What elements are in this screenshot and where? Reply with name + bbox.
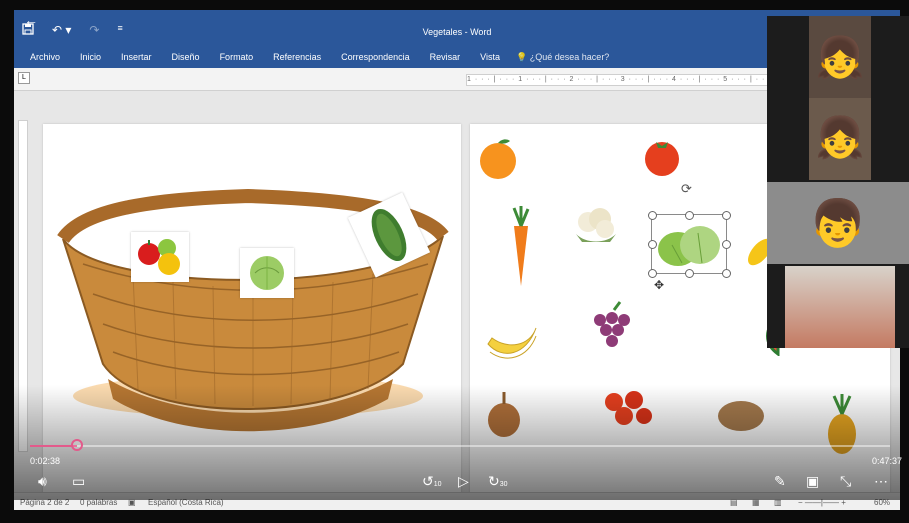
avatar: 👧 (815, 116, 865, 160)
selected-image-frame[interactable] (648, 211, 731, 278)
orange-image[interactable] (476, 136, 520, 180)
resize-handle-bl[interactable] (648, 269, 657, 278)
skip-back-label: 10 (433, 481, 442, 488)
resize-handle-tl[interactable] (648, 211, 657, 220)
total-duration: 0:47:37 (872, 456, 903, 466)
participant-tile-1[interactable]: 👧 (809, 16, 871, 98)
tab-insertar[interactable]: Insertar (111, 52, 162, 62)
progress-fill (30, 445, 78, 447)
tab-inicio[interactable]: Inicio (70, 52, 111, 62)
resize-handle-tr[interactable] (722, 211, 731, 220)
move-cursor-icon: ✥ (654, 278, 665, 292)
participant-tile-3[interactable]: 👦 (767, 182, 909, 264)
tab-correspondencia[interactable]: Correspondencia (331, 52, 420, 62)
resize-handle-mr[interactable] (722, 240, 731, 249)
lettuce-image[interactable] (652, 215, 726, 273)
player-overlay (14, 385, 900, 500)
banana-image[interactable] (484, 316, 540, 364)
pen-icon[interactable]: ✎ (774, 472, 786, 490)
avatar: 👦 (809, 197, 867, 249)
skip-back-button[interactable]: ↺10 (422, 472, 442, 494)
tab-revisar[interactable]: Revisar (420, 52, 471, 62)
cabbage-card[interactable] (240, 248, 294, 298)
captions-icon[interactable]: ▭ (72, 472, 85, 490)
participant-tile-2[interactable]: 👧 (809, 98, 871, 180)
participant-tile-4[interactable] (785, 266, 895, 348)
tab-diseno[interactable]: Diseño (162, 52, 210, 62)
skip-forward-button[interactable]: ↻30 (488, 472, 508, 494)
tomato-image[interactable] (640, 134, 684, 178)
miniplayer-icon[interactable]: ▣ (806, 472, 819, 490)
tell-me-label: ¿Qué desea hacer? (529, 51, 610, 62)
tell-me-field[interactable]: 💡 ¿Qué desea hacer? (516, 52, 609, 63)
tab-referencias[interactable]: Referencias (263, 52, 331, 62)
grapes-image[interactable] (586, 300, 634, 356)
play-button[interactable]: ▷ (458, 472, 469, 490)
resize-handle-bm[interactable] (685, 269, 694, 278)
more-options-icon[interactable]: ⋯ (874, 472, 888, 490)
participants-panel: 👧 👧 👦 (767, 16, 909, 348)
tab-archivo[interactable]: Archivo (20, 52, 70, 62)
resize-handle-ml[interactable] (648, 240, 657, 249)
rotate-handle-icon[interactable]: ⟳ (681, 181, 692, 197)
peppers-card[interactable] (131, 232, 189, 282)
carrot-image[interactable] (506, 206, 536, 288)
tab-formato[interactable]: Formato (210, 52, 264, 62)
resize-handle-tm[interactable] (685, 211, 694, 220)
lightbulb-icon: 💡 (516, 51, 528, 62)
resize-handle-br[interactable] (722, 269, 731, 278)
back-arrow-icon[interactable]: ← (24, 12, 38, 28)
progress-track[interactable] (30, 445, 890, 447)
cauliflower-image[interactable] (570, 204, 622, 246)
collapse-icon[interactable]: ⤡ (840, 472, 851, 490)
tab-selector[interactable]: L (18, 72, 30, 84)
elapsed-time: 0:02:38 (30, 456, 61, 466)
skip-forward-label: 30 (499, 481, 508, 488)
avatar: 👧 (815, 36, 865, 80)
volume-icon[interactable]: 🔊︎ (38, 472, 47, 490)
tab-vista[interactable]: Vista (470, 52, 510, 62)
horizontal-ruler[interactable]: 1 · · · | · · · 1 · · · | · · · 2 · · · … (466, 74, 788, 86)
